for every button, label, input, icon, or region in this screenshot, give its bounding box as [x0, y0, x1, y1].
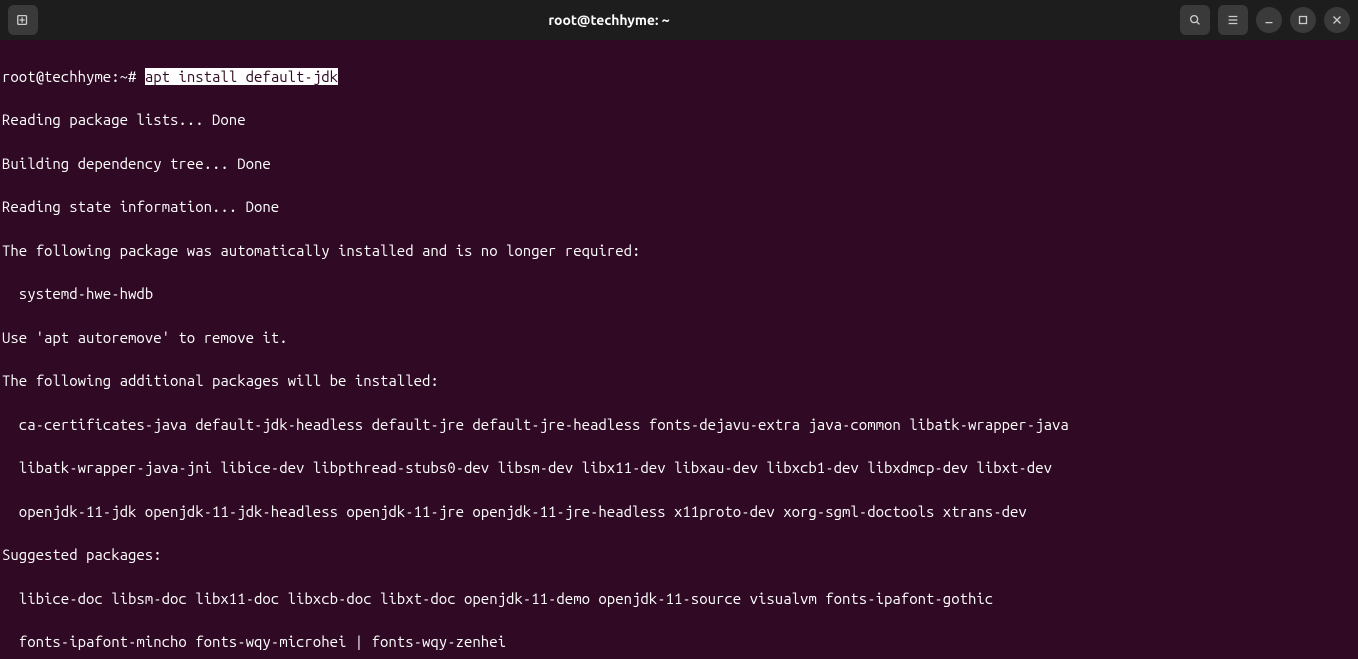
- new-tab-button[interactable]: [8, 5, 38, 35]
- close-button[interactable]: [1324, 7, 1350, 33]
- search-button[interactable]: [1180, 5, 1210, 35]
- prompt-path: ~: [120, 68, 128, 85]
- terminal-output[interactable]: root@techhyme:~# apt install default-jdk…: [0, 40, 1358, 659]
- output-line: Use 'apt autoremove' to remove it.: [2, 327, 1356, 349]
- hamburger-menu-button[interactable]: [1218, 5, 1248, 35]
- prompt-line: root@techhyme:~# apt install default-jdk: [2, 66, 1356, 88]
- output-line: fonts-ipafont-mincho fonts-wqy-microhei …: [2, 631, 1356, 653]
- output-line: The following package was automatically …: [2, 240, 1356, 262]
- output-line: The following additional packages will b…: [2, 370, 1356, 392]
- output-line: Reading state information... Done: [2, 196, 1356, 218]
- output-line: libatk-wrapper-java-jni libice-dev libpt…: [2, 457, 1356, 479]
- output-line: Building dependency tree... Done: [2, 153, 1356, 175]
- output-line: systemd-hwe-hwdb: [2, 283, 1356, 305]
- command-text: apt install default-jdk: [145, 68, 338, 85]
- maximize-button[interactable]: [1290, 7, 1316, 33]
- window-title: root@techhyme: ~: [38, 12, 1180, 28]
- minimize-button[interactable]: [1256, 7, 1282, 33]
- output-line: ca-certificates-java default-jdk-headles…: [2, 414, 1356, 436]
- prompt-user-host: root@techhyme: [2, 68, 111, 85]
- output-line: Suggested packages:: [2, 544, 1356, 566]
- output-line: libice-doc libsm-doc libx11-doc libxcb-d…: [2, 588, 1356, 610]
- output-line: openjdk-11-jdk openjdk-11-jdk-headless o…: [2, 501, 1356, 523]
- output-line: Reading package lists... Done: [2, 109, 1356, 131]
- window-titlebar: root@techhyme: ~: [0, 0, 1358, 40]
